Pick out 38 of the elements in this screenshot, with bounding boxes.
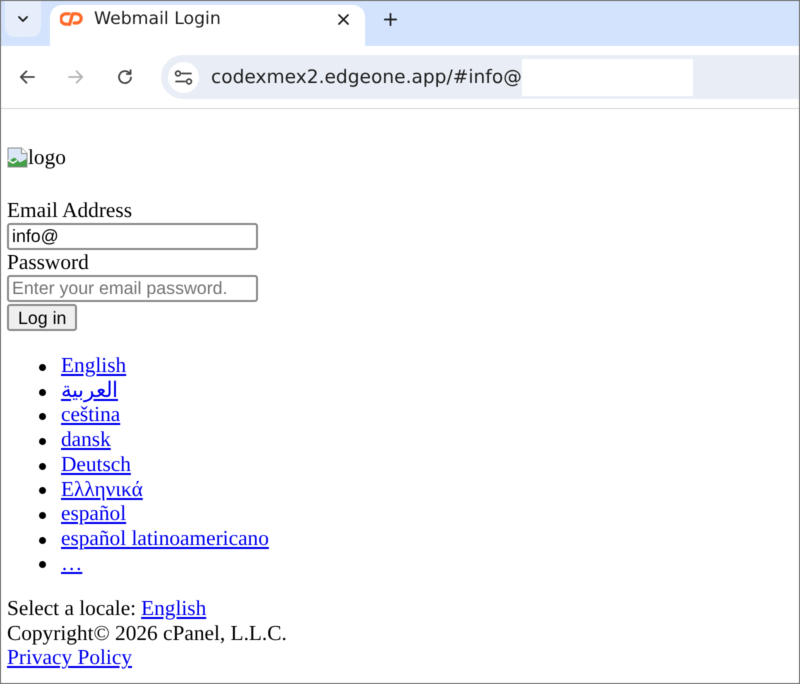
copyright-text: Copyright© 2026 cPanel, L.L.C. [7, 620, 288, 646]
language-link[interactable]: … [61, 550, 82, 576]
language-link[interactable]: español [61, 501, 126, 526]
language-link[interactable]: ceština [61, 402, 120, 427]
field-label: Password [7, 250, 90, 274]
language-link[interactable]: español latinoamericano [61, 526, 269, 550]
language-link[interactable]: English [61, 353, 126, 378]
favicon-icon [60, 12, 83, 26]
chevron-down-icon [18, 16, 28, 22]
close-icon[interactable] [338, 14, 349, 24]
browser-tab[interactable]: Webmail Login [50, 5, 365, 46]
bullet-icon [38, 413, 46, 420]
broken-image-icon [7, 146, 28, 168]
language-link[interactable]: dansk [61, 427, 111, 452]
text-field[interactable]: info@ [7, 223, 258, 250]
locale-link[interactable]: English [141, 596, 206, 620]
bullet-icon [38, 487, 46, 494]
bullet-icon [38, 438, 46, 445]
password-field[interactable]: Enter your email password. [7, 275, 258, 302]
reload-icon[interactable] [117, 69, 133, 85]
bullet-icon [38, 462, 46, 470]
language-link[interactable]: Deutsch [61, 452, 131, 476]
bullet-icon [38, 512, 46, 519]
bullet-icon [38, 561, 46, 568]
bullet-icon [38, 364, 46, 371]
field-label: Email Address [7, 198, 133, 222]
image-alt-text: logo [28, 145, 66, 170]
site-info-icon[interactable] [168, 62, 199, 92]
language-link[interactable]: Ελληνικά [61, 476, 143, 502]
address-bar[interactable]: codexmex2.edgeone.app/#info@ [161, 55, 799, 99]
language-link[interactable]: العربية [61, 378, 118, 402]
plus-icon[interactable] [384, 12, 397, 26]
privacy-policy-link[interactable]: Privacy Policy [7, 645, 132, 670]
locale-label: Select a locale: [7, 596, 136, 620]
bullet-icon [38, 536, 46, 544]
login-button[interactable]: Log in [7, 304, 78, 331]
bullet-icon [38, 388, 46, 396]
arrow-left-icon[interactable] [19, 70, 35, 84]
